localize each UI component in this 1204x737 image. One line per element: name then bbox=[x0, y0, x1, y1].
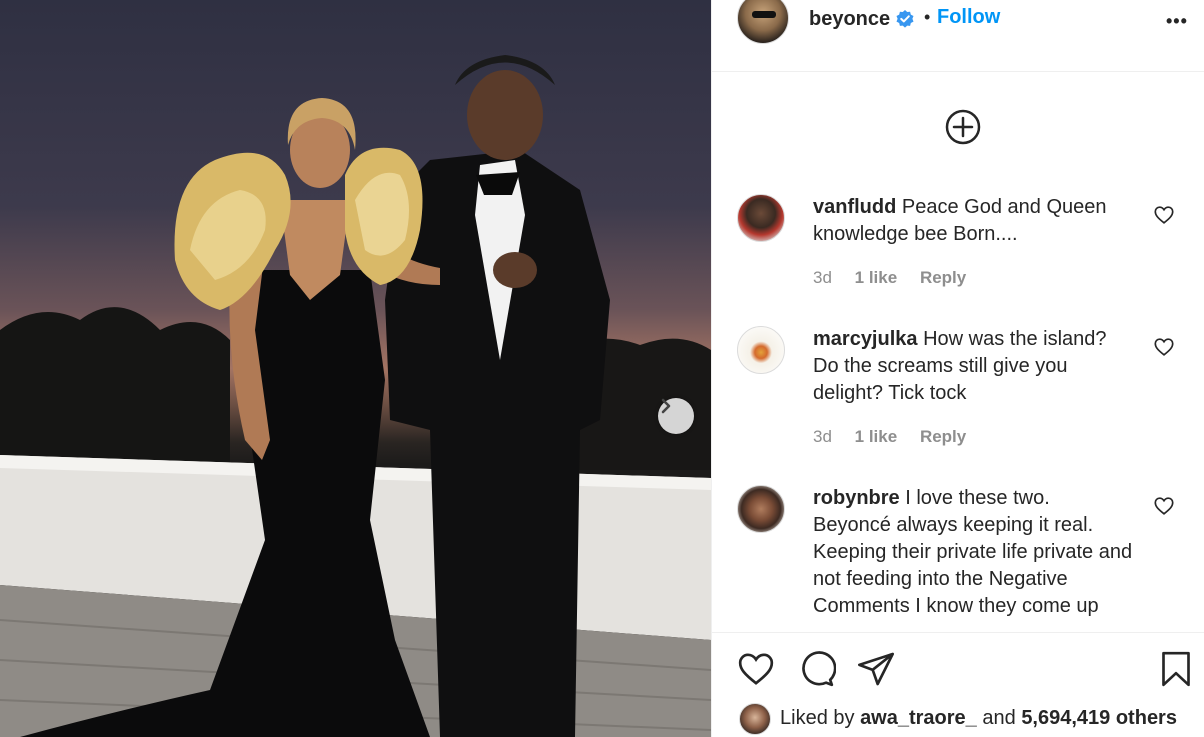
photo-scene bbox=[0, 55, 711, 737]
liker-avatar[interactable] bbox=[739, 703, 771, 735]
more-options-icon[interactable]: ••• bbox=[1166, 11, 1188, 32]
reply-button[interactable]: Reply bbox=[920, 427, 966, 446]
comment-text-block: robynbre I love these two. Beyoncé alway… bbox=[813, 485, 1133, 620]
heart-icon[interactable] bbox=[1153, 336, 1175, 358]
author-username[interactable]: beyonce bbox=[809, 8, 890, 31]
comment-item: marcyjulka How was the island? Do the sc… bbox=[737, 326, 1177, 456]
post-sidebar: beyonce • Follow ••• vanfludd Peace God … bbox=[711, 0, 1204, 737]
follow-button[interactable]: Follow bbox=[937, 6, 1000, 29]
plus-circle-icon[interactable] bbox=[945, 109, 981, 145]
reply-button[interactable]: Reply bbox=[920, 268, 966, 287]
next-photo-button[interactable] bbox=[658, 398, 694, 434]
commenter-username[interactable]: robynbre bbox=[813, 487, 900, 509]
heart-icon[interactable] bbox=[1153, 204, 1175, 226]
chevron-right-icon bbox=[661, 398, 671, 414]
comment-time[interactable]: 3d bbox=[813, 268, 832, 287]
separator-dot: • bbox=[924, 7, 931, 27]
heart-icon[interactable] bbox=[1153, 495, 1175, 517]
avatar-sunglasses bbox=[752, 11, 776, 18]
commenter-avatar[interactable] bbox=[737, 194, 785, 242]
paper-plane-icon[interactable] bbox=[856, 649, 896, 689]
comment-item: robynbre I love these two. Beyoncé alway… bbox=[737, 485, 1177, 625]
post-photo[interactable] bbox=[0, 0, 711, 737]
liked-by-and: and bbox=[982, 707, 1016, 729]
commenter-username[interactable]: marcyjulka bbox=[813, 328, 918, 350]
liked-by-prefix: Liked by bbox=[780, 707, 855, 729]
post-actions: Liked by awa_traore_ and 5,694,419 other… bbox=[712, 632, 1204, 737]
comment-like-count[interactable]: 1 like bbox=[855, 268, 898, 287]
comment-time[interactable]: 3d bbox=[813, 427, 832, 446]
comment-meta: 3d 1 like Reply bbox=[813, 268, 984, 288]
liked-by-user[interactable]: awa_traore_ bbox=[860, 707, 977, 729]
bookmark-icon[interactable] bbox=[1156, 649, 1196, 689]
comment-meta: 3d 1 like Reply bbox=[813, 427, 984, 447]
liked-by-summary[interactable]: Liked by awa_traore_ and 5,694,419 other… bbox=[780, 707, 1177, 730]
heart-icon[interactable] bbox=[736, 649, 776, 689]
verified-badge-icon bbox=[896, 10, 914, 28]
author-avatar[interactable] bbox=[737, 0, 789, 44]
comment-text-block: vanfludd Peace God and Queen knowledge b… bbox=[813, 194, 1133, 248]
comment-like-count[interactable]: 1 like bbox=[855, 427, 898, 446]
post-header: beyonce • Follow ••• bbox=[712, 0, 1204, 72]
like-count[interactable]: 5,694,419 others bbox=[1021, 707, 1177, 729]
comment-text-block: marcyjulka How was the island? Do the sc… bbox=[813, 326, 1133, 407]
commenter-username[interactable]: vanfludd bbox=[813, 196, 896, 218]
comment-item: vanfludd Peace God and Queen knowledge b… bbox=[737, 194, 1177, 304]
commenter-avatar[interactable] bbox=[737, 326, 785, 374]
commenter-avatar[interactable] bbox=[737, 485, 785, 533]
comment-bubble-icon[interactable] bbox=[796, 649, 836, 689]
